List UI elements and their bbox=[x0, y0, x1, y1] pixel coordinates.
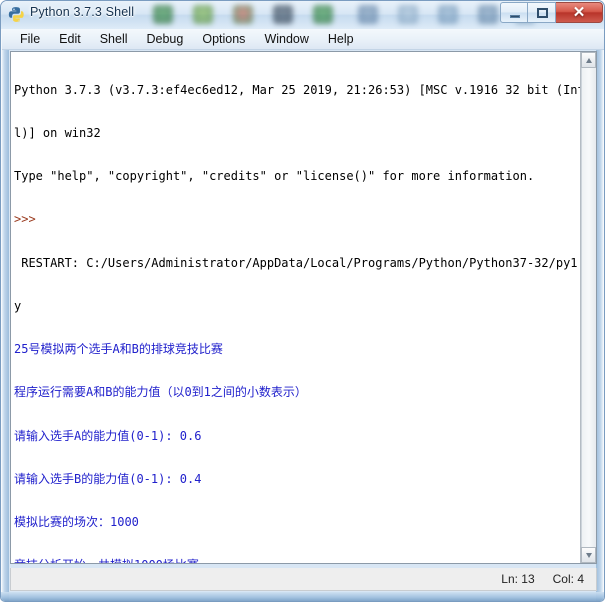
menu-item-help[interactable]: Help bbox=[319, 31, 363, 48]
minimize-button[interactable] bbox=[500, 2, 528, 23]
python-logo-icon bbox=[8, 7, 24, 23]
idle-shell-window: Python 3.7.3 Shell ✕ File Edit Shell Deb… bbox=[0, 0, 605, 602]
shell-line: >>> bbox=[14, 212, 36, 227]
shell-line: l)] on win32 bbox=[14, 126, 101, 141]
shell-line: Type "help", "copyright", "credits" or "… bbox=[14, 169, 535, 184]
scroll-down-icon bbox=[586, 553, 592, 558]
background-taskbar-icon bbox=[313, 5, 333, 24]
vertical-scrollbar[interactable] bbox=[580, 52, 596, 563]
status-bar: Ln: 13 Col: 4 bbox=[10, 568, 597, 591]
shell-line: y bbox=[14, 298, 22, 313]
shell-line: 程序运行需要A和B的能力值（以0到1之间的小数表示） bbox=[14, 385, 307, 400]
background-taskbar-icon bbox=[438, 5, 458, 24]
shell-text-area[interactable]: Python 3.7.3 (v3.7.3:ef4ec6ed12, Mar 25 … bbox=[10, 51, 597, 564]
shell-line: 模拟比赛的场次：1000 bbox=[14, 515, 139, 529]
menu-item-file[interactable]: File bbox=[11, 31, 49, 48]
background-taskbar-icon bbox=[398, 5, 418, 24]
background-taskbar-icon bbox=[273, 5, 293, 24]
window-controls: ✕ bbox=[500, 2, 603, 23]
window-border-left bbox=[1, 29, 9, 601]
shell-line: Python 3.7.3 (v3.7.3:ef4ec6ed12, Mar 25 … bbox=[14, 82, 581, 97]
close-icon: ✕ bbox=[572, 4, 586, 21]
maximize-icon bbox=[537, 8, 548, 18]
menu-item-shell[interactable]: Shell bbox=[91, 31, 137, 48]
menu-item-options[interactable]: Options bbox=[193, 31, 254, 48]
background-taskbar-icon bbox=[193, 5, 213, 24]
shell-line: 25号模拟两个选手A和B的排球竞技比赛 bbox=[14, 342, 223, 357]
background-taskbar-icon bbox=[478, 5, 498, 24]
menu-bar: File Edit Shell Debug Options Window Hel… bbox=[2, 29, 604, 50]
maximize-button[interactable] bbox=[528, 2, 556, 23]
scrollbar-track[interactable] bbox=[581, 68, 596, 547]
scroll-down-button[interactable] bbox=[581, 547, 596, 563]
shell-line: 请输入选手A的能力值(0-1): 0.6 bbox=[14, 428, 202, 443]
menu-item-edit[interactable]: Edit bbox=[50, 31, 90, 48]
shell-line: RESTART: C:/Users/Administrator/AppData/… bbox=[14, 255, 581, 270]
background-taskbar-icon bbox=[153, 5, 173, 24]
window-border-bottom bbox=[1, 592, 604, 601]
status-column-number: Col: 4 bbox=[552, 572, 584, 586]
window-title: Python 3.7.3 Shell bbox=[30, 5, 135, 19]
shell-line: 竞技分析开始，共模拟1000场比赛 bbox=[14, 558, 581, 563]
minimize-icon bbox=[510, 15, 520, 18]
window-border-right bbox=[596, 29, 604, 601]
background-taskbar-icon bbox=[358, 5, 378, 24]
menu-item-debug[interactable]: Debug bbox=[138, 31, 193, 48]
scroll-up-button[interactable] bbox=[581, 52, 596, 68]
status-line-number: Ln: 13 bbox=[501, 572, 535, 586]
menu-item-window[interactable]: Window bbox=[255, 31, 317, 48]
shell-output[interactable]: Python 3.7.3 (v3.7.3:ef4ec6ed12, Mar 25 … bbox=[11, 52, 581, 563]
title-bar[interactable]: Python 3.7.3 Shell ✕ bbox=[1, 1, 604, 29]
background-taskbar-icon bbox=[233, 5, 253, 24]
scroll-up-icon bbox=[586, 58, 592, 63]
close-button[interactable]: ✕ bbox=[556, 2, 603, 23]
shell-line: 请输入选手B的能力值(0-1): 0.4 bbox=[14, 471, 202, 486]
